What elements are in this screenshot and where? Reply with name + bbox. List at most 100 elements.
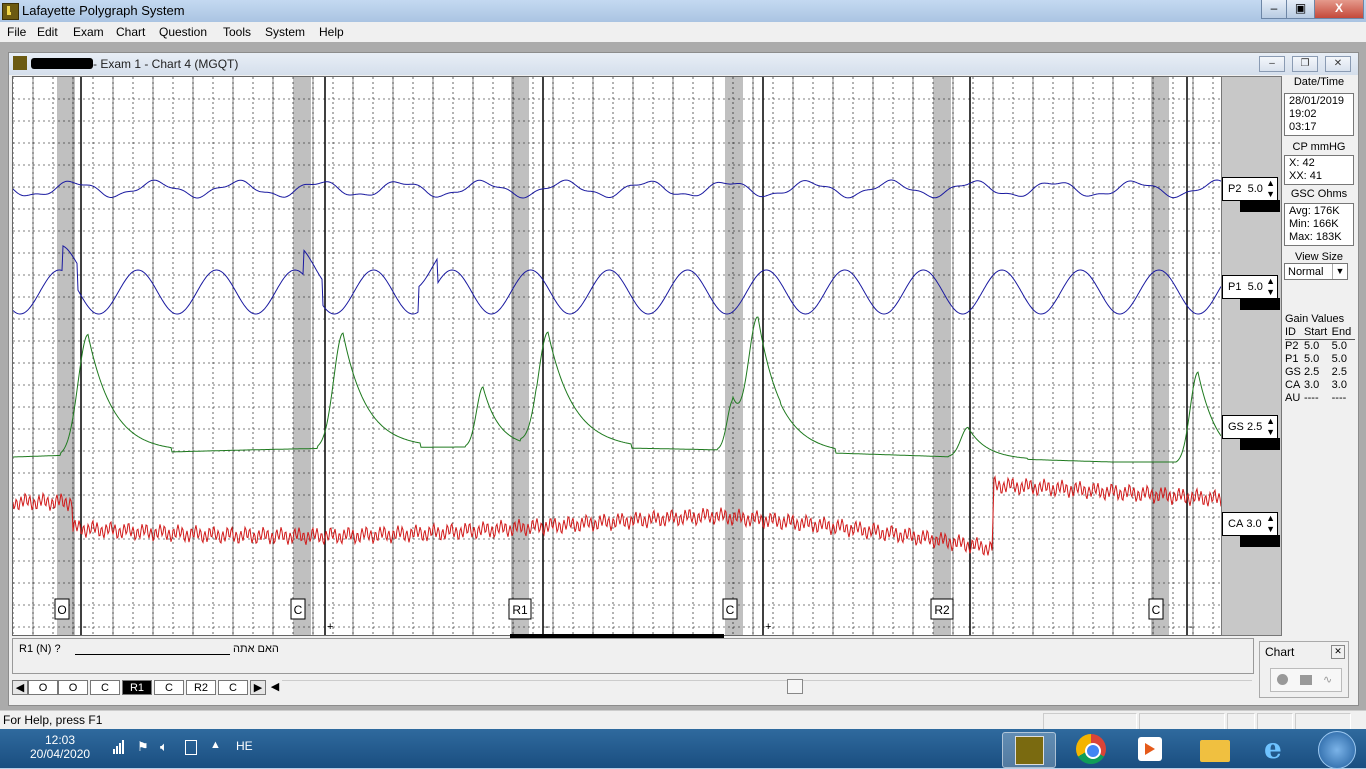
chevron-down-icon: ▼ [1332,264,1347,279]
gain-values-title: Gain Values [1285,313,1345,325]
p1-arrow-shadow [1240,298,1280,310]
network-icon[interactable] [113,740,127,754]
scrollbar-thumb[interactable] [787,679,803,694]
channel-tab-p2[interactable]: P2 5.0 ▲ ▼ [1222,177,1278,201]
seq-item[interactable]: O [58,680,88,695]
seq-next-arrow-icon[interactable]: ▶ [250,680,266,695]
status-panel [1227,713,1255,730]
window-title-bar: Lafayette Polygraph System – ▣ X [0,0,1366,22]
gsc-label: GSC Ohms [1290,188,1348,200]
view-size-select[interactable]: Normal ▼ [1284,263,1348,280]
elapsed-time: 03:17 [1289,121,1317,133]
close-button[interactable]: X [1314,0,1364,19]
p2-label: P2 [1228,183,1242,195]
taskbar-explorer[interactable] [1188,732,1240,766]
polygraph-chart[interactable]: O - C + R1 - C + R2 - C - [12,76,1222,636]
clock[interactable]: 12:03 20/04/2020 [30,733,90,761]
gain-end: 3.0 [1331,379,1347,391]
channel-tab-gs[interactable]: GS 2.5 ▲ ▼ [1222,415,1278,439]
taskbar-polygraph-app[interactable] [1002,732,1056,768]
gain-id: AU [1285,392,1301,404]
p1-spin-icon[interactable]: ▲ ▼ [1266,276,1275,298]
chart-control-panel: Chart ✕ ∿ [1259,641,1349,698]
menu-question[interactable]: Question [159,25,207,39]
menu-file[interactable]: File [7,25,26,39]
menu-help[interactable]: Help [319,25,344,39]
chart-panel-title: Chart [1265,645,1295,659]
cp-xx: XX: 41 [1289,170,1323,182]
seq-prev-arrow-icon[interactable]: ◀ [12,680,28,695]
gs-trace [13,316,1221,463]
channel-strip [1221,76,1282,636]
chart-panel-controls: ∿ [1270,668,1342,692]
gain-start: 3.0 [1303,379,1320,391]
polygraph-app-icon [1015,736,1044,765]
child-minimize-button[interactable]: – [1259,56,1285,72]
chart-panel-close-icon[interactable]: ✕ [1331,645,1345,659]
status-bar: For Help, press F1 [0,710,1366,730]
gain-row: CA 3.0 3.0 [1285,379,1355,392]
status-help-text: For Help, press F1 [3,713,103,727]
gain-start: 2.5 [1303,366,1320,378]
question-sequence-bar: ◀ O O C R1 C R2 C ▶ ◀ [12,680,282,696]
seq-item[interactable]: R2 [186,680,216,695]
seq-item[interactable]: O [28,680,58,695]
p1-trace [13,245,1221,315]
gain-header-row: ID Start End [1285,326,1355,340]
signal-icon[interactable]: ∿ [1323,673,1337,687]
ca-label: CA [1228,518,1244,530]
start-button[interactable] [1318,731,1356,769]
chart-window-title: - Exam 1 - Chart 4 (MGQT) [93,57,239,71]
question-bar: R1 (N) ? האם אתה [12,638,1254,674]
channel-tab-p1[interactable]: P1 5.0 ▲ ▼ [1222,275,1278,299]
seq-item[interactable]: C [90,680,120,695]
taskbar-media-player[interactable] [1124,732,1176,766]
device-icon[interactable] [185,740,197,755]
gs-gain: 2.5 [1246,421,1263,433]
record-icon[interactable] [1277,674,1288,685]
language-indicator[interactable]: HE [236,739,253,753]
cp-label: CP mmHG [1292,141,1346,153]
maximize-button[interactable]: ▣ [1286,0,1315,19]
taskbar: 12:03 20/04/2020 ⚑ 🔈︎ ▲ HE e [0,729,1366,769]
app-logo-icon [2,3,19,20]
flag-icon[interactable]: ⚑ [137,739,149,755]
taskbar-ie[interactable]: e [1250,732,1302,766]
taskbar-chrome[interactable] [1065,732,1117,766]
status-panel [1257,713,1293,730]
gain-row: P2 5.0 5.0 [1285,340,1355,354]
menu-tools[interactable]: Tools [223,25,251,39]
menu-system[interactable]: System [265,25,305,39]
window-title: Lafayette Polygraph System [22,3,185,18]
ie-icon: e [1264,732,1282,765]
menu-edit[interactable]: Edit [37,25,58,39]
redacted-name [31,58,93,69]
scroll-left-arrow-icon[interactable]: ◀ [268,680,282,695]
menu-exam[interactable]: Exam [73,25,104,39]
clock-date: 20/04/2020 [30,747,91,761]
menu-chart[interactable]: Chart [116,25,145,39]
volume-icon[interactable]: 🔈︎ [160,739,168,755]
exam-time: 19:02 [1289,108,1317,120]
gs-spin-icon[interactable]: ▲ ▼ [1266,416,1275,438]
seq-item-active[interactable]: R1 [122,680,152,695]
ca-spin-icon[interactable]: ▲ ▼ [1266,513,1275,535]
response-sign: - [972,621,976,633]
child-close-button[interactable]: ✕ [1325,56,1351,72]
clock-time: 12:03 [44,733,76,747]
gsc-min: Min: 166K [1289,218,1339,230]
child-restore-button[interactable]: ❐ [1292,56,1318,72]
tray-expand-icon[interactable]: ▲ [210,739,221,751]
minimize-button[interactable]: – [1261,0,1287,19]
p2-spin-icon[interactable]: ▲ ▼ [1266,178,1275,200]
cp-x: X: 42 [1289,157,1315,169]
seq-item[interactable]: C [154,680,184,695]
gain-end: 5.0 [1331,340,1347,352]
gsc-max: Max: 183K [1289,231,1342,243]
stop-icon[interactable] [1300,675,1312,685]
gain-end: 2.5 [1331,366,1347,378]
channel-tab-ca[interactable]: CA 3.0 ▲ ▼ [1222,512,1278,536]
question-marker-label: R2 [934,603,950,617]
horizontal-scrollbar[interactable] [282,680,1252,696]
seq-item[interactable]: C [218,680,248,695]
